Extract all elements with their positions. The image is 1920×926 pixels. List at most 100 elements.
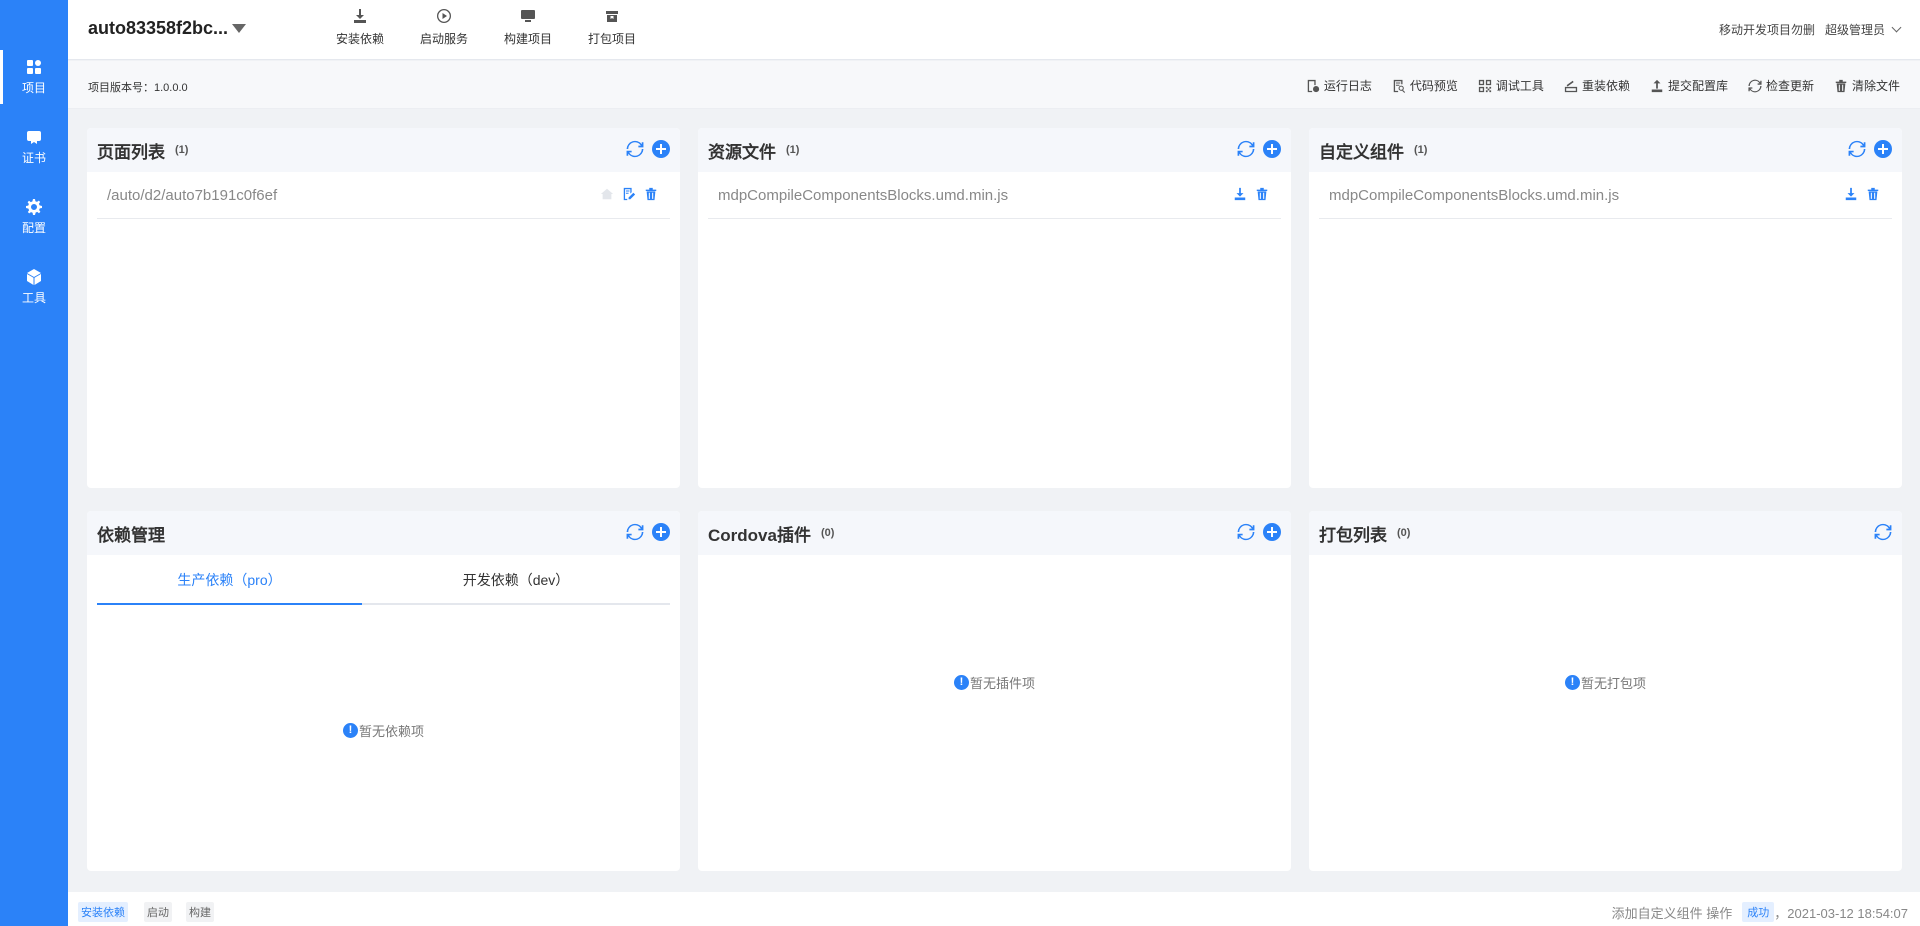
action-label: 清除文件 [1851,79,1900,93]
reinstall-icon [1564,80,1578,92]
sidebar-item-label: 项目 [21,80,46,95]
play-icon [437,9,451,23]
user-area: 移动开发项目勿删 超级管理员 [1709,21,1902,38]
caret-down-icon[interactable] [232,24,247,33]
project-selector[interactable]: auto83358f2bc... [88,18,247,39]
certificate-icon [27,130,41,144]
download-icon[interactable] [1844,187,1858,201]
resource-file-name: mdpCompileComponentsBlocks.umd.min.js [718,186,1009,204]
home-icon[interactable] [600,187,614,201]
project-subbar: 项目版本号：1.0.0.0 运行日志 代码预览 调试工具 重装依赖 提交配置库 … [68,61,1920,109]
cube-icon [27,268,41,285]
code-preview-icon [1393,79,1406,93]
delete-icon[interactable] [1255,187,1269,201]
sidebar-item-tools[interactable]: 工具 [0,252,68,322]
refresh-icon[interactable] [626,140,644,158]
refresh-icon[interactable] [626,523,644,541]
refresh-icon[interactable] [1237,523,1255,541]
trash-icon [1835,79,1847,92]
empty-message: 暂无依赖项 [358,724,424,739]
components-panel: 自定义组件 (1) mdpCompileComponentsBlocks.umd… [1309,128,1902,488]
status-tag-install[interactable]: 安装依赖 [78,902,128,922]
pages-panel: 页面列表 (1) /auto/d2/auto7b191c0f6ef [87,128,680,488]
user-menu[interactable]: 超级管理员 [1825,21,1885,38]
resources-panel: 资源文件 (1) mdpCompileComponentsBlocks.umd.… [698,128,1291,488]
panel-title: 依赖管理 [97,525,165,545]
debug-icon [1478,79,1492,92]
panel-count: (0) [820,527,835,539]
clear-files-button[interactable]: 清除文件 [1834,77,1900,94]
status-tag-build[interactable]: 构建 [186,902,214,922]
delete-icon[interactable] [644,187,658,201]
info-icon: ! [953,675,969,690]
active-tab-indicator [97,603,362,605]
sidebar-item-project[interactable]: 项目 [0,42,68,112]
list-item[interactable]: mdpCompileComponentsBlocks.umd.min.js [708,172,1281,219]
gear-icon [26,198,42,215]
dependency-tabs: 生产依赖（pro） 开发依赖（dev） [97,555,670,605]
add-icon[interactable] [1263,523,1281,541]
action-label: 调试工具 [1495,79,1544,93]
info-icon: ! [1564,675,1580,690]
packages-panel: 打包列表 (0) ! 暂无打包项 [1309,511,1902,871]
status-footer: 安装依赖 启动 构建 添加自定义组件 操作 成功 ，2021-03-12 18:… [68,892,1920,926]
edit-icon[interactable] [622,187,636,201]
project-name: auto83358f2bc... [88,18,229,38]
sidebar: 项目 证书 配置 工具 [0,0,68,926]
add-icon[interactable] [1263,140,1281,158]
package-project-label: 打包项目 [587,32,636,46]
tab-production-deps[interactable]: 生产依赖（pro） [97,555,362,603]
panel-title: 页面列表 [97,142,165,162]
build-project-button[interactable]: 构建项目 [486,8,570,47]
panel-title: 自定义组件 [1319,142,1404,162]
start-service-button[interactable]: 启动服务 [402,8,486,47]
panel-count: (1) [175,144,189,156]
download-icon[interactable] [1233,187,1247,201]
chevron-down-icon[interactable] [1891,22,1902,33]
empty-state: ! 暂无打包项 [1309,673,1902,692]
add-icon[interactable] [652,140,670,158]
upload-icon [1651,79,1663,92]
empty-state: ! 暂无插件项 [698,673,1291,692]
install-deps-button[interactable]: 安装依赖 [318,8,402,47]
debug-tools-button[interactable]: 调试工具 [1478,77,1544,94]
package-project-button[interactable]: 打包项目 [570,8,654,47]
project-version: 项目版本号：1.0.0.0 [88,82,188,94]
package-icon [606,11,618,22]
list-item[interactable]: mdpCompileComponentsBlocks.umd.min.js [1319,172,1892,219]
check-update-button[interactable]: 检查更新 [1748,77,1814,94]
add-icon[interactable] [652,523,670,541]
action-label: 提交配置库 [1667,79,1728,93]
tab-dev-deps[interactable]: 开发依赖（dev） [362,555,670,603]
code-preview-button[interactable]: 代码预览 [1392,77,1458,94]
top-header: auto83358f2bc... 安装依赖 启动服务 构建项目 打包项目 移动开… [68,0,1920,60]
sidebar-item-config[interactable]: 配置 [0,182,68,252]
panel-title: 资源文件 [708,142,776,162]
submit-config-button[interactable]: 提交配置库 [1650,77,1728,94]
refresh-icon [1748,79,1762,92]
list-item[interactable]: /auto/d2/auto7b191c0f6ef [97,172,670,219]
panel-count: (1) [1414,144,1428,156]
panel-count: (1) [786,144,800,156]
panel-title: Cordova插件 [708,525,811,545]
delete-icon[interactable] [1866,187,1880,201]
monitor-icon [521,10,535,22]
status-tag-start[interactable]: 启动 [144,902,172,922]
action-label: 运行日志 [1323,79,1372,93]
run-log-button[interactable]: 运行日志 [1306,77,1372,94]
project-actions: 运行日志 代码预览 调试工具 重装依赖 提交配置库 检查更新 清除文件 [1286,77,1900,94]
sidebar-item-certificate[interactable]: 证书 [0,112,68,182]
install-deps-label: 安装依赖 [335,32,384,46]
add-icon[interactable] [1874,140,1892,158]
sidebar-item-label: 工具 [21,290,46,305]
refresh-icon[interactable] [1874,523,1892,541]
operation-timestamp: ，2021-03-12 18:54:07 [1774,905,1908,921]
grid-icon [27,59,41,74]
log-icon [1307,79,1320,92]
cordova-plugins-panel: Cordova插件 (0) ! 暂无插件项 [698,511,1291,871]
reinstall-deps-button[interactable]: 重装依赖 [1564,77,1630,94]
panel-count: (0) [1397,527,1411,539]
start-service-label: 启动服务 [419,32,468,46]
refresh-icon[interactable] [1848,140,1866,158]
refresh-icon[interactable] [1237,140,1255,158]
